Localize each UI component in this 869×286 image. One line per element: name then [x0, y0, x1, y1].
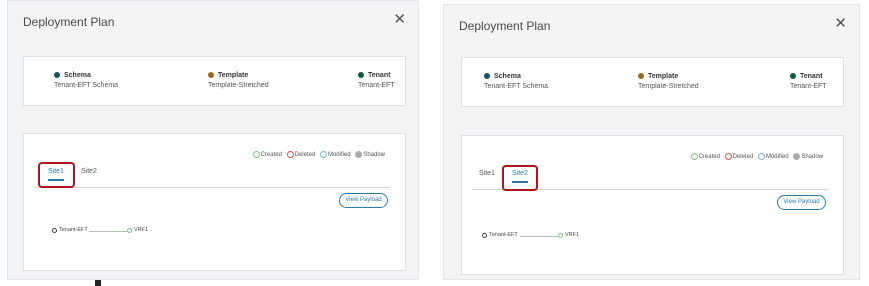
template-value: Template-Stretched [208, 82, 269, 89]
template-label: Template [218, 72, 249, 79]
template-status-icon [208, 72, 214, 79]
legend-shadow: Shadow [793, 153, 823, 160]
modified-icon [319, 151, 327, 158]
tab-site1[interactable]: Site1 [479, 170, 495, 177]
tenant-status-icon [790, 73, 796, 80]
site-tabs: Site1 Site2 [34, 165, 390, 188]
tenant-status-icon [358, 72, 364, 79]
deleted-icon [724, 153, 732, 160]
deployment-plan-dialog-right: Deployment Plan ✕ Schema Tenant-EFT Sche… [443, 4, 860, 280]
legend-shadow: Shadow [355, 151, 385, 158]
schema-info-card: Schema Tenant-EFT Schema Template Templa… [461, 57, 844, 107]
schema-label: Schema [64, 72, 91, 79]
graph-node-tenant[interactable]: Tenant-EFT [52, 227, 88, 233]
schema-value: Tenant-EFT Schema [54, 82, 119, 89]
shadow-icon [793, 153, 801, 160]
view-payload-button[interactable]: View Payload [777, 195, 826, 210]
schema-info: Schema Tenant-EFT Schema [54, 71, 118, 91]
legend-modified: Modified [319, 151, 351, 158]
dialog-title: Deployment Plan [23, 15, 115, 29]
shadow-icon [355, 151, 363, 158]
graph-node-vrf[interactable]: VRF1 [127, 227, 148, 233]
tenant-info: Tenant Tenant-EFT [358, 71, 395, 91]
node-ring-icon [482, 232, 487, 238]
schema-info-card: Schema Tenant-EFT Schema Template Templa… [23, 56, 406, 106]
graph-node-tenant[interactable]: Tenant-EFT [482, 232, 518, 238]
template-value: Template-Stretched [638, 83, 699, 90]
tenant-value: Tenant-EFT [790, 83, 827, 90]
graph-node-vrf[interactable]: VRF1 [558, 232, 579, 238]
node-ring-icon [127, 227, 132, 233]
legend: Created Deleted Modified Shadow [250, 151, 385, 160]
schema-status-icon [54, 72, 60, 79]
node-ring-icon [558, 232, 563, 238]
tab-site2[interactable]: Site2 [81, 168, 97, 175]
tenant-info: Tenant Tenant-EFT [790, 72, 827, 92]
graph-edge [520, 236, 558, 237]
highlight-box [38, 162, 75, 188]
created-icon [690, 153, 698, 160]
legend-deleted: Deleted [286, 151, 315, 158]
close-icon[interactable]: ✕ [393, 12, 406, 27]
highlight-box [502, 165, 538, 191]
close-icon[interactable]: ✕ [834, 16, 847, 31]
created-icon [252, 151, 260, 158]
tenant-label: Tenant [800, 73, 823, 80]
view-payload-button[interactable]: View Payload [339, 193, 388, 208]
dialog-title: Deployment Plan [459, 19, 551, 33]
tenant-value: Tenant-EFT [358, 82, 395, 89]
template-info: Template Template-Stretched [208, 71, 269, 91]
deployment-plan-dialog-left: Deployment Plan ✕ Schema Tenant-EFT Sche… [7, 0, 419, 280]
legend: Created Deleted Modified Shadow [688, 153, 823, 162]
schema-info: Schema Tenant-EFT Schema [484, 72, 548, 92]
graph-edge [89, 231, 127, 232]
site-plan-card: Created Deleted Modified Shadow Site1 Si… [461, 135, 844, 275]
modified-icon [757, 153, 765, 160]
legend-deleted: Deleted [724, 153, 753, 160]
cursor-artifact [95, 280, 101, 286]
template-status-icon [638, 73, 644, 80]
schema-value: Tenant-EFT Schema [484, 83, 549, 90]
template-label: Template [648, 73, 679, 80]
deleted-icon [286, 151, 294, 158]
schema-label: Schema [494, 73, 521, 80]
site-plan-card: Created Deleted Modified Shadow Site1 Si… [23, 133, 406, 271]
schema-status-icon [484, 73, 490, 80]
tenant-label: Tenant [368, 72, 391, 79]
legend-modified: Modified [757, 153, 789, 160]
legend-created: Created [252, 151, 282, 158]
legend-created: Created [690, 153, 720, 160]
template-info: Template Template-Stretched [638, 72, 699, 92]
node-ring-icon [52, 227, 57, 233]
